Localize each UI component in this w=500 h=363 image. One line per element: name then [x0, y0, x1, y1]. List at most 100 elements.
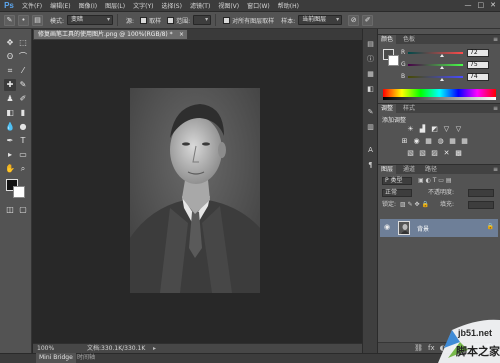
panel-menu-icon[interactable]: ≡ [493, 165, 498, 175]
menu-layer[interactable]: 图层(L) [101, 1, 129, 10]
hue-saturation-icon[interactable]: ⊞ [400, 137, 409, 145]
healing-brush-preset-icon[interactable]: ✎ [4, 14, 15, 26]
opacity-input[interactable] [468, 189, 494, 197]
tab-paths[interactable]: 路径 [422, 165, 440, 175]
crop-tool-icon[interactable]: ⌗ [4, 65, 16, 77]
eraser-tool-icon[interactable]: ◧ [4, 107, 16, 119]
history-brush-tool-icon[interactable]: ✐ [17, 93, 29, 105]
selective-color-icon[interactable]: ✕ [442, 149, 451, 157]
sample-select[interactable]: 当前图层 [298, 15, 343, 25]
green-track[interactable] [408, 64, 463, 66]
tab-color[interactable]: 颜色 [378, 35, 397, 45]
color-lookup-icon[interactable]: ▦ [460, 137, 469, 145]
menu-edit[interactable]: 编辑(E) [46, 1, 74, 10]
panel-menu-icon[interactable]: ≡ [493, 104, 498, 114]
red-track[interactable] [408, 52, 463, 54]
clone-stamp-tool-icon[interactable]: ♟ [4, 93, 16, 105]
link-layers-icon[interactable]: ⛓ [414, 344, 423, 352]
black-white-icon[interactable]: ▦ [424, 137, 433, 145]
zoom-tool-icon[interactable]: ⌕ [17, 163, 29, 175]
shape-tool-icon[interactable]: ▭ [17, 149, 29, 161]
eyedropper-tool-icon[interactable]: ⁄ [17, 65, 29, 77]
exposure-icon[interactable]: ▽ [442, 125, 451, 133]
background-color-swatch[interactable] [13, 186, 25, 198]
document-tab[interactable]: 修复画笔工具的使用图片.png @ 100%(RGB/8) * × [33, 29, 188, 40]
grayscale-ramp[interactable] [383, 97, 496, 100]
quick-select-tool-icon[interactable]: ⌒ [17, 51, 29, 63]
marquee-tool-icon[interactable]: ⬚ [17, 37, 29, 49]
source-pattern-radio[interactable] [167, 16, 175, 24]
color-balance-icon[interactable]: ◉ [412, 137, 421, 145]
posterize-icon[interactable]: ▧ [418, 149, 427, 157]
menu-select[interactable]: 选择(S) [157, 1, 186, 10]
dodge-tool-icon[interactable]: ● [17, 121, 29, 133]
menu-file[interactable]: 文件(F) [18, 1, 46, 10]
timeline-tab[interactable]: 时间轴 [77, 353, 95, 363]
menu-filter[interactable]: 滤镜(T) [186, 1, 214, 10]
levels-icon[interactable]: ▟ [418, 125, 427, 133]
hand-tool-icon[interactable]: ✋ [4, 163, 16, 175]
info-panel-icon[interactable]: ⓘ [365, 54, 376, 65]
navigator-panel-icon[interactable]: ◧ [365, 84, 376, 95]
mode-select[interactable]: 变暗 [67, 15, 114, 25]
quick-mask-icon[interactable]: ◫ [4, 204, 16, 216]
screen-mode-icon[interactable]: ▢ [17, 204, 29, 216]
menu-type[interactable]: 文字(Y) [129, 1, 157, 10]
type-tool-icon[interactable]: T [17, 135, 29, 147]
tab-layers[interactable]: 图层 [378, 165, 397, 175]
pressure-size-icon[interactable]: ✐ [362, 14, 374, 26]
properties-panel-icon[interactable]: ▦ [365, 69, 376, 80]
red-value-input[interactable]: 72 [467, 49, 489, 57]
status-arrow-icon[interactable]: ▸ [153, 344, 156, 353]
fill-input[interactable] [468, 201, 494, 209]
menu-image[interactable]: 图像(I) [75, 1, 101, 10]
red-knob[interactable] [440, 54, 445, 57]
lasso-tool-icon[interactable]: ʘ [4, 51, 16, 63]
mini-bridge-tab[interactable]: Mini Bridge [36, 353, 76, 363]
brush-size-picker-icon[interactable]: • [18, 14, 29, 26]
move-tool-icon[interactable]: ✥ [4, 37, 16, 49]
layer-style-icon[interactable]: fx [428, 344, 435, 352]
invert-icon[interactable]: ▧ [406, 149, 415, 157]
brightness-icon[interactable]: ☀ [406, 125, 415, 133]
blend-mode-select[interactable]: 正常 [382, 189, 412, 197]
color-spectrum-ramp[interactable] [383, 89, 496, 97]
minimize-icon[interactable]: — [465, 1, 472, 9]
brush-panel-icon[interactable]: ✎ [365, 107, 376, 118]
brush-tool-icon[interactable]: ✎ [17, 79, 29, 91]
pattern-select[interactable] [193, 15, 212, 25]
blur-tool-icon[interactable]: 💧 [4, 121, 16, 133]
green-value-input[interactable]: 75 [467, 61, 489, 69]
layer-row-background[interactable]: ◉ 背景 🔒 [380, 219, 498, 237]
blue-knob[interactable] [440, 78, 445, 81]
zoom-level[interactable]: 100% [37, 344, 54, 353]
healing-brush-tool-icon[interactable]: ✚ [4, 79, 16, 91]
menu-window[interactable]: 窗口(W) [243, 1, 274, 10]
red-slider[interactable]: R 72 [401, 49, 493, 57]
paragraph-panel-icon[interactable]: ¶ [365, 160, 376, 171]
tab-styles[interactable]: 样式 [400, 104, 418, 114]
visibility-eye-icon[interactable]: ◉ [384, 223, 390, 231]
maximize-icon[interactable]: □ [478, 1, 485, 9]
close-document-icon[interactable]: × [179, 30, 184, 39]
green-slider[interactable]: G 75 [401, 61, 493, 69]
green-knob[interactable] [440, 66, 445, 69]
blue-value-input[interactable]: 74 [467, 73, 489, 81]
gradient-map-icon[interactable]: ▩ [454, 149, 463, 157]
source-sampled-radio[interactable] [140, 16, 148, 24]
photo-filter-icon[interactable]: ◍ [436, 137, 445, 145]
aligned-checkbox[interactable] [223, 16, 231, 24]
layer-kind-filter[interactable]: P 类型 [382, 177, 412, 185]
blue-slider[interactable]: B 74 [401, 73, 493, 81]
character-panel-icon[interactable]: A [365, 145, 376, 156]
tab-adjustments[interactable]: 调整 [378, 104, 397, 114]
menu-help[interactable]: 帮助(H) [274, 1, 303, 10]
layer-name[interactable]: 背景 [417, 224, 429, 233]
path-select-tool-icon[interactable]: ▸ [4, 149, 16, 161]
pen-tool-icon[interactable]: ✒ [4, 135, 16, 147]
history-panel-icon[interactable]: ▤ [365, 39, 376, 50]
blue-track[interactable] [408, 76, 463, 78]
lock-options-icons[interactable]: ▨ ✎ ✥ 🔒 [400, 201, 429, 209]
gradient-tool-icon[interactable]: ▮ [17, 107, 29, 119]
color-panel-background-swatch[interactable] [388, 55, 399, 66]
